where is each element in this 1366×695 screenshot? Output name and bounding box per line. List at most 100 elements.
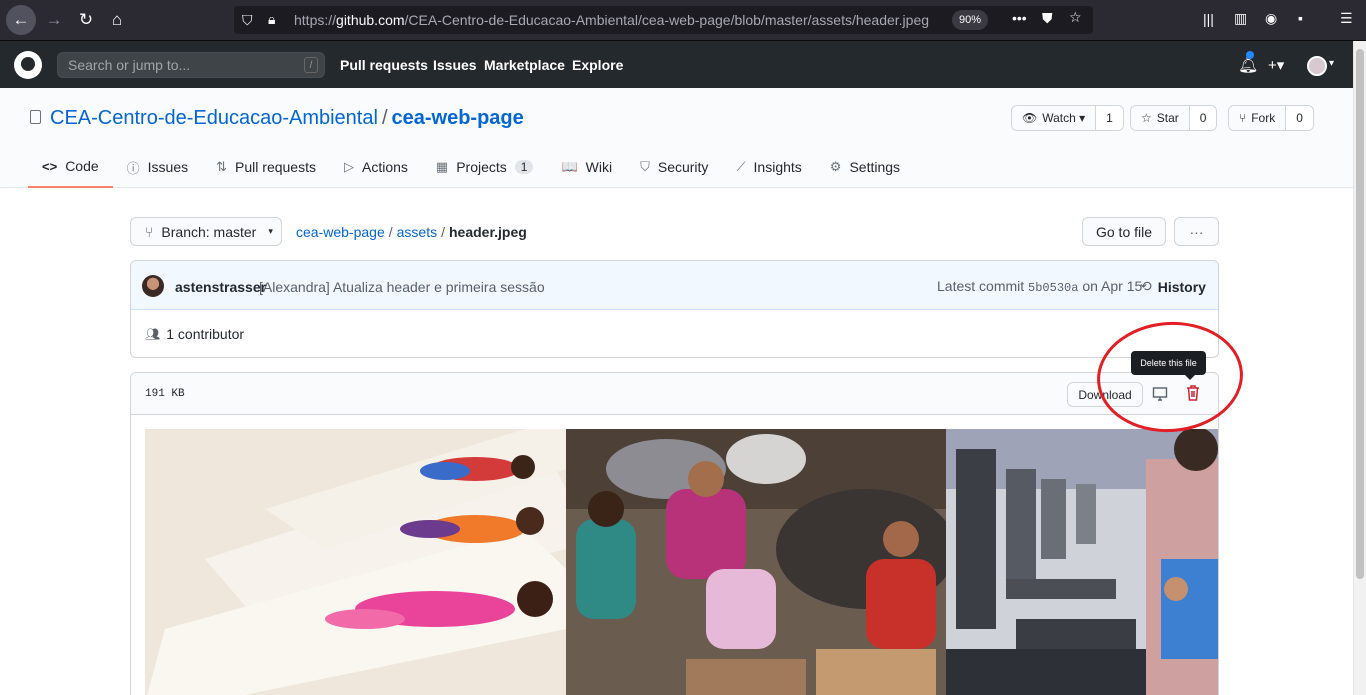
- fork-count[interactable]: 0: [1286, 106, 1313, 130]
- star-button[interactable]: ☆ Star: [1131, 106, 1190, 130]
- history-link[interactable]: ⟲ History: [1140, 278, 1206, 295]
- tab-insights[interactable]: ⟋ Insights: [722, 146, 815, 188]
- pocket-icon[interactable]: ⛊: [1042, 10, 1053, 27]
- tab-actions-label: Actions: [361, 159, 408, 175]
- contributors[interactable]: 👥︎ 1 contributor: [145, 326, 244, 342]
- projects-counter: 1: [514, 160, 534, 174]
- page-actions-icon[interactable]: •••: [1012, 10, 1027, 26]
- branch-name: master: [213, 223, 257, 240]
- tab-security[interactable]: ⛉ Security: [626, 146, 722, 188]
- watch-count[interactable]: 1: [1096, 106, 1123, 130]
- repo-tabs: <> Code ⓘ Issues ⇅ Pull requests ▷ Actions ▦…: [28, 146, 914, 188]
- tab-security-label: Security: [657, 159, 709, 175]
- forward-icon[interactable]: →: [40, 6, 68, 34]
- bookmark-star-icon[interactable]: ☆: [1069, 9, 1082, 26]
- tab-projects[interactable]: ▦ Projects 1: [422, 146, 548, 188]
- commit-box: astenstrasser [Alexandra] Atualiza heade…: [130, 260, 1219, 358]
- tab-wiki[interactable]: 📖 Wiki: [547, 146, 626, 188]
- repo-owner-link[interactable]: CEA-Centro-de-Educacao-Ambiental: [50, 107, 378, 129]
- latest-commit-info: Latest commit 5b0530a on Apr 15: [937, 278, 1142, 295]
- nav-explore[interactable]: Explore: [572, 57, 623, 73]
- author-avatar[interactable]: [142, 275, 164, 297]
- github-logo-icon[interactable]: [14, 51, 42, 79]
- url-host: github.com: [336, 12, 405, 28]
- star-button-group: ☆ Star 0: [1130, 105, 1218, 131]
- commit-sha[interactable]: 5b0530a: [1028, 281, 1078, 295]
- header-image-computer-class: [946, 429, 1218, 695]
- watch-button-group: 👁︎ Watch ▾ 1: [1011, 105, 1124, 131]
- fork-label: Fork: [1251, 111, 1276, 125]
- breadcrumb-separator: /: [388, 224, 393, 240]
- shield-icon: ⛉: [640, 159, 650, 174]
- star-count[interactable]: 0: [1189, 106, 1217, 130]
- latest-commit-label: Latest commit: [937, 278, 1025, 294]
- code-icon: <>: [42, 158, 58, 174]
- scrollbar-thumb[interactable]: [1356, 49, 1364, 579]
- tab-pull-requests[interactable]: ⇅ Pull requests: [202, 146, 330, 188]
- repo-title: CEA-Centro-de-Educacao-Ambiental / cea-web…: [50, 107, 524, 130]
- account-icon[interactable]: ◉: [1265, 10, 1277, 27]
- commit-author[interactable]: astenstrasser: [175, 279, 266, 295]
- notification-dot: [1246, 51, 1254, 59]
- breadcrumb: cea-web-page / assets / header.jpeg: [296, 224, 527, 240]
- home-icon[interactable]: ⌂: [103, 6, 131, 34]
- page-scrollbar[interactable]: [1353, 41, 1366, 695]
- branch-selector[interactable]: ⑂ Branch: master ▾: [130, 217, 282, 246]
- watch-button[interactable]: 👁︎ Watch ▾: [1012, 106, 1097, 130]
- url-prefix: https://: [294, 12, 337, 28]
- nav-marketplace[interactable]: Marketplace: [484, 57, 565, 73]
- tab-insights-label: Insights: [753, 159, 802, 175]
- back-icon[interactable]: ←: [6, 5, 36, 35]
- shield-icon[interactable]: ⛉: [242, 12, 253, 29]
- breadcrumb-folder-link[interactable]: assets: [397, 224, 437, 240]
- nav-issues[interactable]: Issues: [433, 57, 477, 73]
- eye-icon: 👁︎: [1022, 111, 1038, 125]
- search-input[interactable]: [58, 53, 324, 77]
- play-icon: ▷: [343, 159, 354, 174]
- branch-icon: ⑂: [145, 223, 154, 240]
- file-header: 191 KB Download: [131, 373, 1218, 415]
- library-icon[interactable]: |||: [1203, 11, 1214, 27]
- graph-icon: ⟋: [736, 159, 746, 174]
- tab-settings-label: Settings: [849, 159, 901, 175]
- repo-title-separator: /: [381, 107, 388, 129]
- repo-name-link[interactable]: cea-web-page: [392, 107, 524, 129]
- nav-pull-requests[interactable]: Pull requests: [340, 57, 428, 73]
- tab-projects-label: Projects: [456, 159, 507, 175]
- star-icon: ☆: [1141, 111, 1152, 125]
- history-label: History: [1157, 278, 1206, 295]
- tab-actions[interactable]: ▷ Actions: [330, 146, 422, 188]
- contributors-label: 1 contributor: [166, 326, 245, 342]
- issue-icon: ⓘ: [126, 160, 140, 176]
- tab-settings[interactable]: ⚙ Settings: [816, 146, 914, 188]
- tab-pull-requests-label: Pull requests: [235, 159, 316, 175]
- zoom-indicator[interactable]: 90%: [952, 10, 988, 30]
- go-to-file-button[interactable]: Go to file: [1082, 217, 1166, 246]
- breadcrumb-repo-link[interactable]: cea-web-page: [296, 224, 385, 240]
- slash-key-hint: /: [304, 57, 318, 73]
- menu-icon[interactable]: ☰: [1340, 10, 1353, 27]
- tab-code[interactable]: <> Code: [28, 146, 113, 188]
- file-viewer: 191 KB Download: [130, 372, 1219, 695]
- fork-icon: ⑂: [1239, 111, 1247, 125]
- extension-icon[interactable]: ▪: [1298, 10, 1303, 26]
- pull-request-icon: ⇅: [216, 159, 228, 174]
- fork-button[interactable]: ⑂ Fork: [1229, 106, 1287, 130]
- people-icon: 👥︎: [145, 327, 161, 341]
- tab-issues[interactable]: ⓘ Issues: [113, 146, 202, 188]
- reload-icon[interactable]: ↻: [72, 6, 100, 34]
- more-options-button[interactable]: ···: [1174, 217, 1219, 246]
- commit-message[interactable]: [Alexandra] Atualiza header e primeira s…: [259, 279, 545, 295]
- url-text[interactable]: https://github.com/CEA-Centro-de-Educaca…: [294, 12, 929, 28]
- sidebar-icon[interactable]: ▥: [1234, 10, 1247, 27]
- repo-header: CEA-Centro-de-Educacao-Ambiental / cea-web…: [0, 88, 1353, 188]
- repo-icon: [30, 110, 41, 124]
- lock-icon[interactable]: 🔒︎: [268, 11, 275, 28]
- book-icon: 📖: [561, 159, 578, 174]
- url-bar[interactable]: ⛉ 🔒︎ https://github.com/CEA-Centro-de-Ed…: [234, 6, 1093, 34]
- breadcrumb-file: header.jpeg: [448, 224, 527, 240]
- avatar-dropdown-icon[interactable]: ▾: [1329, 58, 1334, 69]
- user-avatar[interactable]: [1307, 56, 1327, 76]
- search-box[interactable]: /: [57, 52, 325, 78]
- create-new-icon[interactable]: +▾: [1268, 56, 1284, 74]
